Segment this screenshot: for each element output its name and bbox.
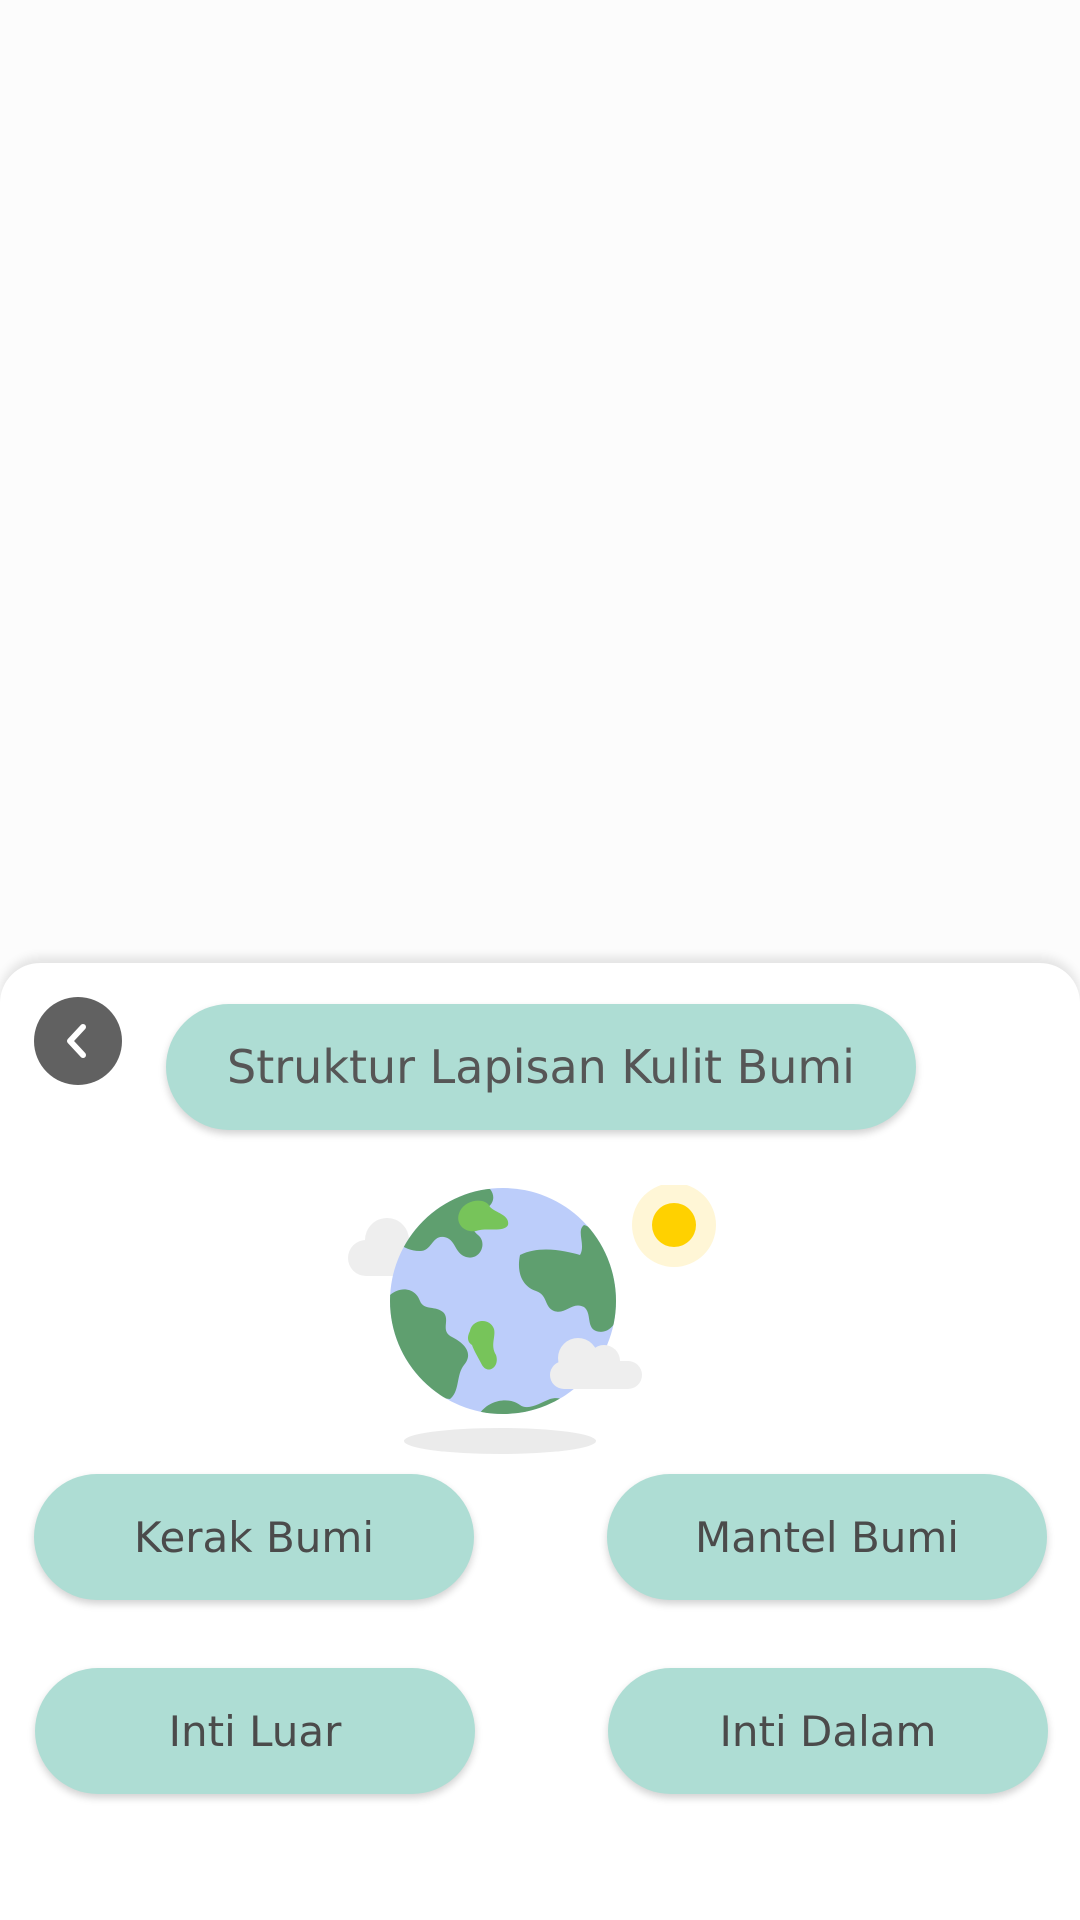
chevron-left-icon: [67, 1024, 86, 1058]
option-mantel-bumi-button[interactable]: Mantel Bumi: [607, 1474, 1047, 1600]
globe-shadow: [404, 1428, 596, 1454]
option-inti-dalam-button[interactable]: Inti Dalam: [608, 1668, 1048, 1794]
screen: Struktur Lapisan Kulit Bumi Kerak Bumi M…: [0, 0, 1080, 1920]
globe-illustration: [348, 1185, 716, 1454]
topic-title-button[interactable]: Struktur Lapisan Kulit Bumi: [166, 1004, 916, 1130]
sun-icon: [632, 1185, 716, 1267]
back-button[interactable]: [34, 997, 122, 1085]
option-kerak-bumi-button[interactable]: Kerak Bumi: [34, 1474, 474, 1600]
option-inti-luar-button[interactable]: Inti Luar: [35, 1668, 475, 1794]
globe-icon: [390, 1188, 616, 1414]
bottom-sheet: Struktur Lapisan Kulit Bumi Kerak Bumi M…: [0, 963, 1080, 1920]
